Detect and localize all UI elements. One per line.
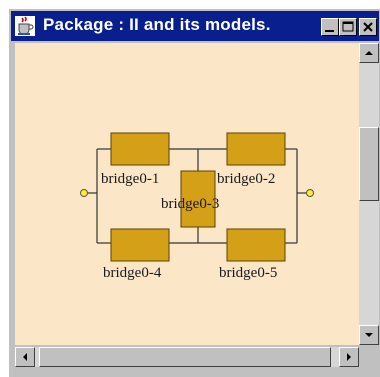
- arrow-up-icon: [365, 51, 373, 55]
- java-cup-icon[interactable]: [15, 16, 35, 36]
- arrow-down-icon: [365, 333, 373, 337]
- maximize-icon: [342, 21, 354, 32]
- close-button[interactable]: [359, 18, 377, 36]
- scroll-left-button[interactable]: [15, 347, 35, 367]
- bridge0-4-label: bridge0-4: [103, 265, 162, 281]
- horizontal-scroll-thumb[interactable]: [39, 347, 331, 367]
- window-title: Package : II and its models.: [43, 15, 271, 34]
- arrow-left-icon: [23, 353, 27, 361]
- bridge0-3-label: bridge0-3: [161, 196, 220, 212]
- arrow-right-icon: [347, 353, 351, 361]
- minimize-icon: [325, 30, 334, 32]
- diagram-canvas[interactable]: bridge0-1 bridge0-2 bridge0-3 bridge0-4 …: [15, 43, 359, 345]
- vertical-scrollbar[interactable]: [359, 43, 379, 345]
- scroll-corner: [359, 347, 379, 367]
- scroll-down-button[interactable]: [359, 325, 379, 345]
- bridge0-5-label: bridge0-5: [219, 265, 278, 281]
- minimize-button[interactable]: [321, 18, 339, 36]
- bridge0-1-label: bridge0-1: [101, 171, 160, 187]
- bridge0-2-label: bridge0-2: [217, 171, 276, 187]
- maximize-button[interactable]: [339, 18, 357, 36]
- circuit-diagram: [80, 132, 314, 262]
- vertical-scroll-thumb[interactable]: [359, 127, 379, 201]
- title-bar[interactable]: Package : II and its models.: [11, 11, 379, 41]
- scroll-right-button[interactable]: [339, 347, 359, 367]
- package-window: Package : II and its models. bridge0-1 b…: [8, 8, 380, 377]
- bridge0-5-box[interactable]: [226, 228, 286, 262]
- scroll-up-button[interactable]: [359, 43, 379, 63]
- left-terminal[interactable]: [80, 189, 88, 197]
- bridge0-2-box[interactable]: [226, 132, 286, 166]
- right-terminal[interactable]: [306, 189, 314, 197]
- bridge0-1-box[interactable]: [110, 132, 170, 166]
- close-icon: [363, 22, 373, 32]
- horizontal-scrollbar[interactable]: [15, 347, 359, 367]
- bridge0-4-box[interactable]: [110, 228, 170, 262]
